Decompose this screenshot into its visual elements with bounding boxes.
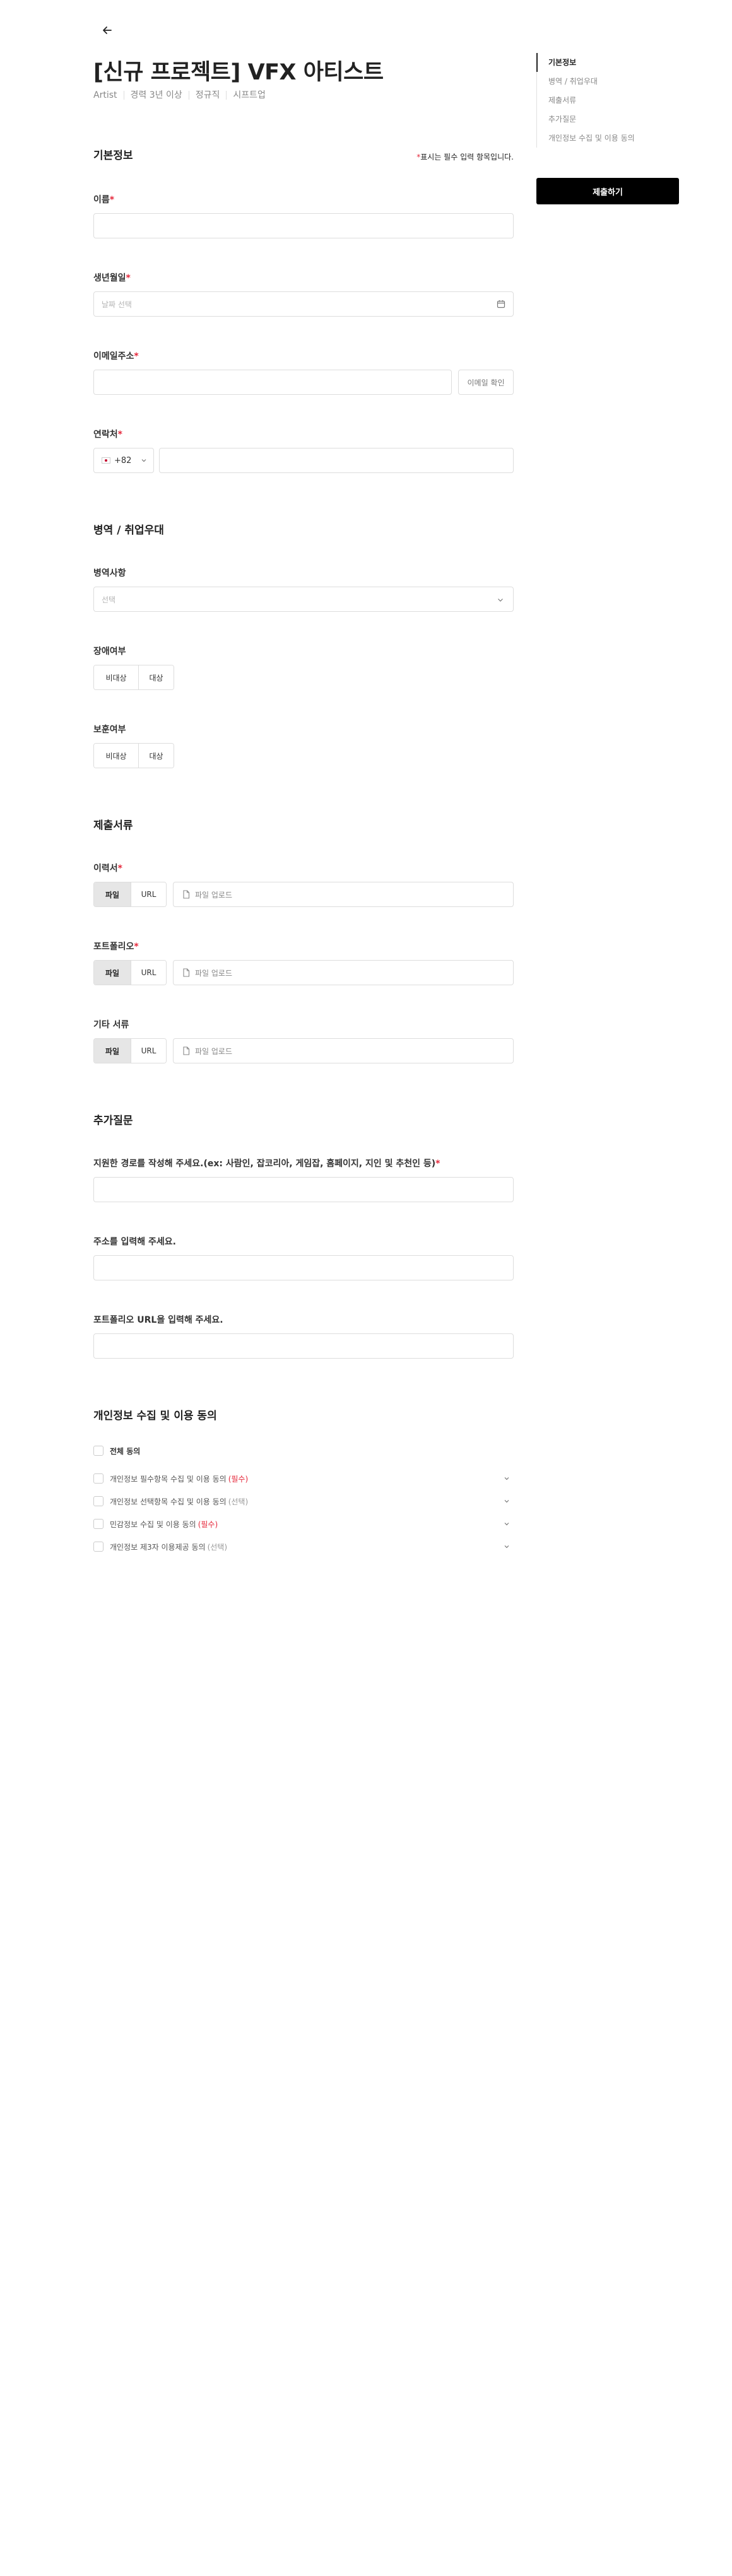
nav-item-questions[interactable]: 추가질문: [537, 110, 682, 129]
question-2-label: 주소를 입력해 주세요.: [93, 1237, 176, 1247]
other-docs-upload[interactable]: 파일 업로드: [173, 1038, 514, 1063]
korea-flag-icon: [102, 457, 110, 464]
nav-item-military[interactable]: 병역 / 취업우대: [537, 72, 682, 91]
email-label: 이메일주소*: [93, 351, 139, 361]
file-icon: [183, 890, 190, 899]
phone-input[interactable]: [159, 448, 514, 473]
portfolio-file-tab[interactable]: 파일: [94, 961, 131, 985]
phone-label: 연락처*: [93, 430, 122, 440]
veteran-toggle: 비대상 대상: [93, 743, 174, 768]
disability-toggle: 비대상 대상: [93, 665, 174, 690]
back-button[interactable]: [96, 19, 119, 42]
portfolio-url-tab[interactable]: URL: [131, 961, 166, 985]
job-company: 시프트업: [226, 91, 272, 100]
military-placeholder: 선택: [102, 595, 116, 604]
consent-all-row[interactable]: 전체 동의: [93, 1444, 514, 1457]
consent-all-checkbox[interactable]: [93, 1446, 103, 1456]
disability-no-option[interactable]: 비대상: [94, 665, 138, 689]
veteran-no-option[interactable]: 비대상: [94, 744, 138, 768]
nav-item-consent[interactable]: 개인정보 수집 및 이용 동의: [537, 129, 682, 148]
consent-item-sensitive-info[interactable]: 민감정보 수집 및 이용 동의 (필수): [93, 1518, 514, 1530]
section-title-military: 병역 / 취업우대: [93, 524, 164, 537]
question-1-input[interactable]: [93, 1177, 514, 1202]
question-2-input[interactable]: [93, 1255, 514, 1280]
job-meta: Artist 경력 3년 이상 정규직 시프트업: [93, 91, 272, 100]
consent-item-third-party[interactable]: 개인정보 제3자 이용제공 동의 (선택): [93, 1540, 514, 1553]
required-note: *표시는 필수 입력 항목입니다.: [416, 153, 514, 161]
arrow-left-icon: [103, 26, 112, 34]
birth-date-placeholder: 날짜 선택: [102, 300, 132, 309]
military-select[interactable]: 선택: [93, 587, 514, 612]
page-title: [신규 프로젝트] VFX 아티스트: [93, 60, 384, 85]
portfolio-source-toggle: 파일 URL: [93, 960, 167, 985]
email-input[interactable]: [93, 370, 452, 395]
name-input[interactable]: [93, 213, 514, 238]
chevron-down-icon[interactable]: [504, 1543, 510, 1550]
chevron-down-icon[interactable]: [504, 1475, 510, 1482]
file-icon: [183, 968, 190, 977]
chevron-down-icon[interactable]: [504, 1521, 510, 1527]
name-label: 이름*: [93, 195, 115, 205]
other-docs-source-toggle: 파일 URL: [93, 1038, 167, 1063]
job-category: Artist: [93, 90, 117, 100]
question-1-label: 지원한 경로를 작성해 주세요.(ex: 사람인, 잡코리아, 게임잡, 홈페이…: [93, 1159, 440, 1169]
other-docs-file-tab[interactable]: 파일: [94, 1039, 131, 1063]
section-title-basic: 기본정보: [93, 149, 133, 162]
job-experience: 경력 3년 이상: [123, 91, 189, 100]
resume-source-toggle: 파일 URL: [93, 882, 167, 907]
resume-upload[interactable]: 파일 업로드: [173, 882, 514, 907]
other-docs-url-tab[interactable]: URL: [131, 1039, 166, 1063]
portfolio-label: 포트폴리오*: [93, 942, 139, 952]
disability-label: 장애여부: [93, 647, 126, 657]
military-label: 병역사항: [93, 568, 126, 578]
file-icon: [183, 1046, 190, 1055]
submit-button[interactable]: 제출하기: [536, 178, 679, 204]
resume-file-tab[interactable]: 파일: [94, 882, 131, 906]
disability-yes-option[interactable]: 대상: [138, 665, 174, 689]
section-title-documents: 제출서류: [93, 819, 133, 832]
section-title-consent: 개인정보 수집 및 이용 동의: [93, 1410, 217, 1422]
birth-date-input[interactable]: 날짜 선택: [93, 291, 514, 317]
birth-label: 생년월일*: [93, 273, 131, 283]
consent-checkbox[interactable]: [93, 1542, 103, 1552]
question-3-label: 포트폴리오 URL을 입력해 주세요.: [93, 1315, 223, 1325]
consent-checkbox[interactable]: [93, 1519, 103, 1529]
other-docs-label: 기타 서류: [93, 1020, 129, 1030]
veteran-label: 보훈여부: [93, 725, 126, 735]
job-type: 정규직: [188, 91, 227, 100]
resume-url-tab[interactable]: URL: [131, 882, 166, 906]
portfolio-upload[interactable]: 파일 업로드: [173, 960, 514, 985]
consent-checkbox[interactable]: [93, 1473, 103, 1484]
consent-item-required-info[interactable]: 개인정보 필수항목 수집 및 이용 동의 (필수): [93, 1472, 514, 1485]
country-code-select[interactable]: +82: [93, 448, 154, 473]
nav-item-documents[interactable]: 제출서류: [537, 91, 682, 110]
calendar-icon: [497, 300, 505, 308]
section-nav: 기본정보 병역 / 취업우대 제출서류 추가질문 개인정보 수집 및 이용 동의: [536, 53, 682, 148]
chevron-down-icon[interactable]: [504, 1498, 510, 1504]
resume-label: 이력서*: [93, 864, 122, 874]
veteran-yes-option[interactable]: 대상: [138, 744, 174, 768]
country-code: +82: [114, 455, 132, 465]
nav-item-basic[interactable]: 기본정보: [536, 53, 682, 72]
chevron-down-icon: [141, 459, 146, 462]
email-check-button[interactable]: 이메일 확인: [458, 370, 514, 395]
consent-checkbox[interactable]: [93, 1496, 103, 1506]
section-title-questions: 추가질문: [93, 1115, 133, 1127]
chevron-down-icon: [498, 599, 503, 602]
question-3-input[interactable]: [93, 1333, 514, 1359]
consent-item-optional-info[interactable]: 개인정보 선택항목 수집 및 이용 동의 (선택): [93, 1495, 514, 1508]
